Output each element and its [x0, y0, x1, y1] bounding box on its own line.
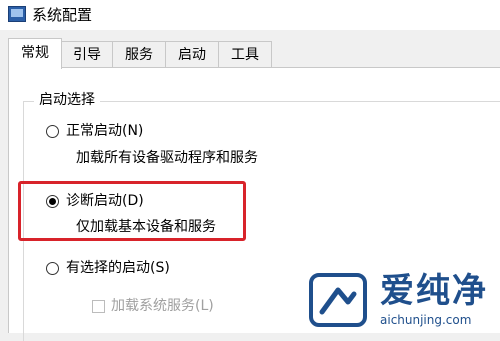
normal-startup-label[interactable]: 正常启动(N) — [66, 121, 143, 141]
tab-tools[interactable]: 工具 — [218, 41, 272, 68]
watermark-brand: 爱纯净 — [380, 271, 488, 311]
tab-general[interactable]: 常规 — [8, 38, 62, 69]
brand-logo-icon — [309, 273, 367, 327]
watermark: 爱纯净 aichunjing.com — [302, 268, 500, 333]
title-bar: 系统配置 — [0, 0, 500, 30]
normal-startup-description: 加载所有设备驱动程序和服务 — [76, 150, 258, 166]
normal-startup-radio[interactable] — [46, 125, 59, 138]
load-system-services-label: 加载系统服务(L) — [111, 298, 214, 314]
window-title: 系统配置 — [32, 6, 93, 24]
tab-startup[interactable]: 启动 — [165, 41, 219, 68]
selective-startup-label[interactable]: 有选择的启动(S) — [66, 258, 170, 278]
group-label: 启动选择 — [34, 90, 100, 110]
tab-strip: 常规 引导 服务 启动 工具 — [0, 38, 500, 69]
monitor-icon — [8, 6, 26, 22]
selective-startup-radio[interactable] — [46, 262, 59, 275]
highlight-box — [18, 181, 246, 241]
watermark-url: aichunjing.com — [380, 313, 472, 327]
load-system-services-checkbox[interactable] — [92, 300, 105, 313]
tab-boot[interactable]: 引导 — [61, 41, 113, 68]
tab-services[interactable]: 服务 — [112, 41, 166, 68]
